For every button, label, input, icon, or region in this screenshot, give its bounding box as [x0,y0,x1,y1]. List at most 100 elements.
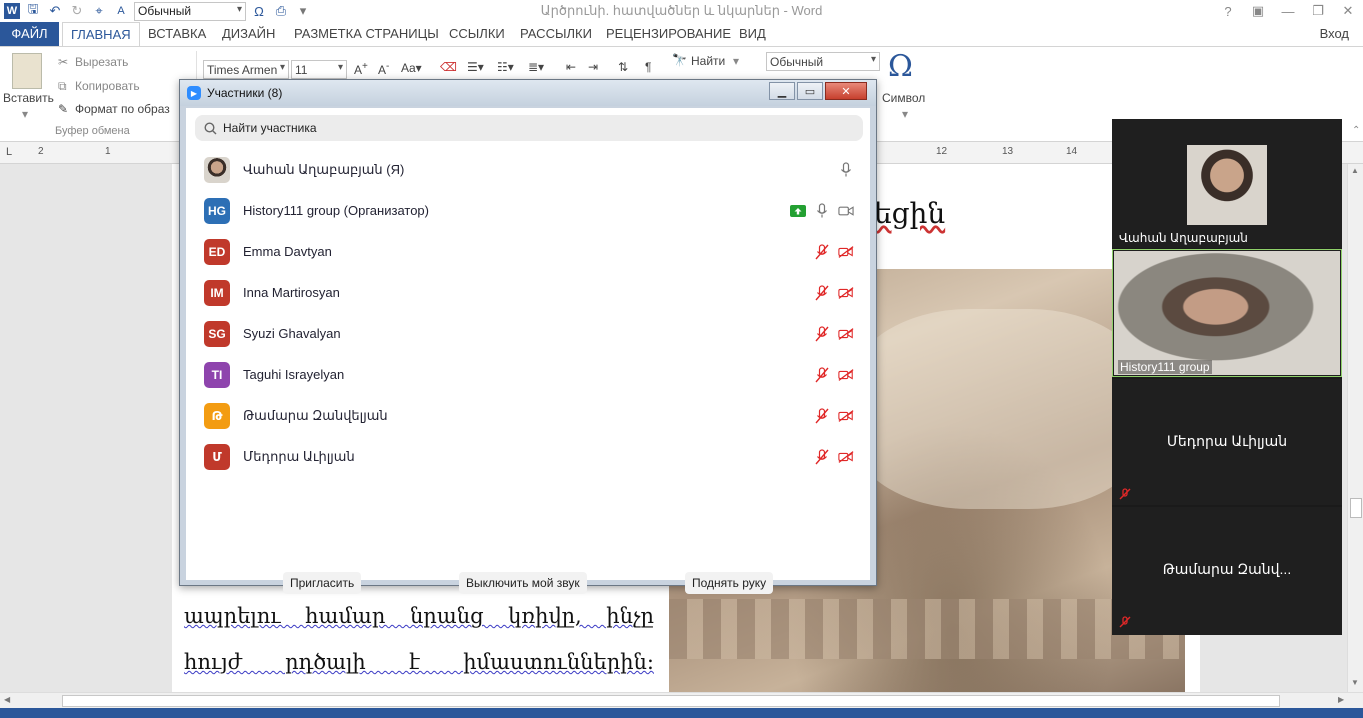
quick-access-toolbar: W 🖫 ↶ ↻ ⌖ A Обычный Ω ⎙ ▾ [0,0,312,22]
participant-row[interactable]: SG Syuzi Ghavalyan [186,313,870,354]
style-box[interactable]: Обычный [766,52,880,71]
collapse-ribbon-icon[interactable]: ⌃ [1352,125,1360,136]
video-tile[interactable]: Վահան Աղաբաբյան [1112,119,1342,248]
format-painter-icon[interactable]: ✎ [58,102,68,116]
camera-off-icon [838,408,854,424]
style-combo[interactable]: Обычный [134,1,246,21]
multilevel-list-icon[interactable]: ≣▾ [528,60,544,74]
undo-icon[interactable]: ↶ [46,2,64,20]
participant-row[interactable]: Վահան Աղաբաբյան (Я) [186,149,870,190]
ribbon-display-icon[interactable]: ▣ [1243,0,1273,22]
camera-off-icon [838,244,854,260]
participant-status-icons [790,202,854,219]
bullets-icon[interactable]: ☰▾ [467,60,484,74]
window-restore-icon[interactable]: ▭ [797,82,823,100]
omega-icon[interactable]: Ω [250,2,268,20]
video-tile-active[interactable]: History111 group [1112,249,1342,377]
tab-insert[interactable]: ВСТАВКА [140,22,214,46]
paste-button[interactable]: Вставить [3,91,54,105]
participant-search[interactable]: Найти участника [195,115,863,141]
horizontal-scrollbar[interactable]: ◀ ▶ [0,692,1363,708]
raise-hand-button[interactable]: Поднять руку [685,572,774,594]
copy-button[interactable]: Копировать [75,79,140,93]
tab-selector-icon[interactable]: L [6,146,12,158]
scroll-right-icon[interactable]: ▶ [1338,695,1344,704]
microphone-muted-icon [814,243,830,260]
participant-avatar-photo [204,156,230,183]
clipboard-group-label: Буфер обмена [55,125,130,137]
participant-row[interactable]: Մ Մեդորա Աւիլյան [186,436,870,477]
redo-icon[interactable]: ↻ [68,2,86,20]
decrease-indent-icon[interactable]: ⇤ [566,60,576,74]
find-dropdown-icon[interactable]: ▾ [733,54,739,68]
vertical-scroll-thumb[interactable] [1350,498,1362,518]
scroll-down-icon[interactable]: ▼ [1351,678,1359,687]
print-icon[interactable]: ⎙ [272,2,290,20]
tab-file[interactable]: ФАЙЛ [0,22,59,46]
window-close-icon[interactable]: ✕ [825,82,867,100]
font-name-combo[interactable]: Times Armen [203,60,289,79]
video-tile[interactable]: Թամարա Զանվ... [1112,507,1342,635]
change-case-icon[interactable]: Aa▾ [401,61,422,75]
scroll-left-icon[interactable]: ◀ [4,695,10,704]
clear-format-icon[interactable]: ⌫ [440,60,457,74]
find-button[interactable]: Найти [691,54,725,68]
shrink-font-icon[interactable]: A- [378,61,389,77]
increase-indent-icon[interactable]: ⇥ [588,60,598,74]
invite-button[interactable]: Пригласить [283,572,362,594]
tab-design[interactable]: ДИЗАЙН [214,22,283,46]
video-tile[interactable]: Մեդորա Աւիլյան [1112,379,1342,505]
format-painter-button[interactable]: Формат по образ [75,102,170,116]
close-icon[interactable]: ✕ [1333,0,1363,22]
scroll-up-icon[interactable]: ▲ [1351,166,1359,175]
grow-font-icon[interactable]: A+ [354,61,368,77]
sign-in-link[interactable]: Вход [1320,26,1349,41]
find-icon[interactable]: 🔭 [672,53,687,67]
vertical-scrollbar[interactable]: ▲ ▼ [1347,164,1363,692]
pilcrow-icon[interactable]: ¶ [645,60,651,74]
window-controls: ? ▣ — ❐ ✕ [1213,0,1363,22]
participant-row[interactable]: IM Inna Martirosyan [186,272,870,313]
search-icon [204,121,217,134]
participant-name: Մեդորա Աւիլյան [243,448,355,464]
participant-row[interactable]: Թ Թամարա Զանվելյան [186,395,870,436]
document-heading[interactable]: եցին [874,197,945,230]
numbering-icon[interactable]: ☷▾ [497,60,514,74]
copy-icon[interactable]: ⧉ [58,79,67,94]
help-icon[interactable]: ? [1213,0,1243,22]
word-app-icon[interactable]: W [4,3,20,19]
ruler-number: 13 [1002,146,1014,157]
font-size-combo[interactable]: 11 [291,60,347,79]
participant-avatar: Թ [204,402,230,429]
symbol-button[interactable]: Символ [882,91,925,105]
minimize-icon[interactable]: — [1273,0,1303,22]
search-placeholder: Найти участника [223,121,317,135]
participant-row[interactable]: HG History111 group (Организатор) [186,190,870,231]
sort-icon[interactable]: ⇅ [618,60,628,74]
mute-me-button[interactable]: Выключить мой звук [459,572,587,594]
participants-title-bar[interactable]: ▶ Участники (8) ▁ ▭ ✕ [180,80,876,106]
symbol-dropdown-icon[interactable]: ▾ [902,107,908,121]
participant-row[interactable]: ED Emma Davtyan [186,231,870,272]
participant-row[interactable]: TI Taguhi Israyelyan [186,354,870,395]
maximize-icon[interactable]: ❐ [1303,0,1333,22]
cut-button[interactable]: Вырезать [75,55,128,69]
customize-qat-icon[interactable]: ▾ [294,2,312,20]
tab-view[interactable]: ВИД [731,22,774,46]
tab-review[interactable]: РЕЦЕНЗИРОВАНИЕ [598,22,739,46]
document-text-line[interactable]: հույժ րդծալի է իմաստուններին: [184,650,654,674]
paste-dropdown-icon[interactable]: ▾ [22,107,28,121]
style-gallery-icon[interactable]: A [112,2,130,20]
tab-mailings[interactable]: РАССЫЛКИ [512,22,600,46]
format-icon[interactable]: ⌖ [90,2,108,20]
window-minimize-icon[interactable]: ▁ [769,82,795,100]
tab-page-layout[interactable]: РАЗМЕТКА СТРАНИЦЫ [286,22,447,46]
save-icon[interactable]: 🖫 [24,1,42,20]
tab-references[interactable]: ССЫЛКИ [441,22,513,46]
document-text-line[interactable]: ապրելու համար նրանց կռիվը, ինչը [184,604,654,628]
symbol-icon[interactable]: Ω [888,49,913,84]
paste-icon[interactable] [12,53,42,89]
cut-icon[interactable]: ✂ [58,55,68,69]
tab-home[interactable]: ГЛАВНАЯ [62,22,140,46]
horizontal-scroll-thumb[interactable] [62,695,1280,707]
